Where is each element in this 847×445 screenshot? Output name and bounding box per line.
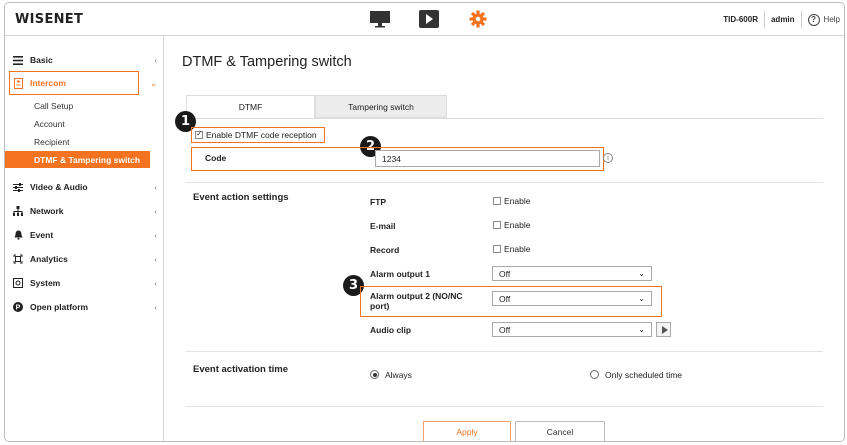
alarm-output-1-label: Alarm output 1 (370, 269, 430, 279)
alarm-output-2-label: Alarm output 2 (NO/NC port) (370, 291, 463, 311)
page-title: DTMF & Tampering switch (182, 54, 352, 70)
svg-text:P: P (16, 305, 21, 312)
scheduled-radio[interactable]: Only scheduled time (590, 369, 682, 380)
select-value: Off (499, 268, 511, 279)
sidebar-item-label: Network (30, 206, 64, 216)
main-content: DTMF & Tampering switch DTMF Tampering s… (165, 36, 844, 441)
always-radio[interactable]: Always (370, 369, 412, 380)
record-label: Record (370, 245, 400, 255)
divider (800, 11, 802, 28)
always-label: Always (385, 370, 412, 380)
sidebar-subitem-call-setup[interactable]: Call Setup (5, 97, 164, 114)
sidebar-subitem-recipient[interactable]: Recipient (5, 133, 164, 150)
chevron-left-icon: ‹ (154, 182, 157, 192)
checkbox-icon (493, 197, 501, 205)
radio-icon (590, 370, 599, 379)
app-window: WISENET TID-600R admin ? Help Basic ‹ In… (4, 2, 845, 442)
sidebar-item-label: Event (30, 230, 54, 240)
chevron-down-icon: ⌄ (150, 78, 157, 88)
code-label: Code (205, 153, 227, 163)
network-icon (13, 206, 23, 216)
user-menu[interactable]: admin (771, 15, 795, 24)
sidebar-item-system[interactable]: System ‹ (5, 272, 164, 294)
cancel-button[interactable]: Cancel (515, 421, 605, 441)
help-button[interactable]: ? Help (807, 13, 840, 26)
checkbox-icon (493, 245, 501, 253)
top-right-menu: TID-600R admin ? Help (723, 11, 840, 28)
sidebar-subitem-account[interactable]: Account (5, 115, 164, 132)
top-bar: WISENET TID-600R admin ? Help (5, 3, 844, 36)
sidebar-item-label: Video & Audio (30, 182, 88, 192)
help-label: Help (823, 15, 840, 24)
divider (763, 11, 765, 28)
email-enable-checkbox[interactable]: Enable (493, 220, 530, 230)
alarm-output-1-select[interactable]: Off ⌄ (492, 266, 652, 281)
enable-dtmf-label: Enable DTMF code reception (206, 130, 317, 140)
chevron-down-icon: ⌄ (638, 294, 645, 303)
audio-clip-label: Audio clip (370, 325, 412, 335)
logo: WISENET (15, 12, 84, 27)
select-value: Off (499, 324, 511, 335)
analytics-icon (13, 254, 23, 264)
platform-icon: P (13, 302, 23, 312)
enable-dtmf-checkbox[interactable]: Enable DTMF code reception (195, 129, 317, 140)
email-label: E-mail (370, 221, 396, 231)
bell-icon (13, 230, 23, 240)
ftp-enable-checkbox[interactable]: Enable (493, 196, 530, 206)
play-icon[interactable] (418, 10, 440, 28)
alarm-output-2-select[interactable]: Off ⌄ (492, 291, 652, 306)
code-input[interactable]: 1234 (375, 150, 600, 167)
divider (186, 351, 823, 352)
tab-tampering-switch[interactable]: Tampering switch (315, 95, 447, 118)
sidebar-item-label: System (30, 278, 61, 288)
enable-label: Enable (504, 196, 531, 206)
sidebar: Basic ‹ Intercom ⌄ Call Setup Account Re… (5, 36, 164, 441)
chevron-left-icon: ‹ (154, 278, 157, 288)
highlight-intercom (9, 71, 139, 95)
list-icon (13, 55, 23, 65)
enable-label: Enable (504, 244, 531, 254)
system-icon (13, 278, 23, 288)
radio-selected-icon (370, 370, 379, 379)
model-label: TID-600R (723, 15, 758, 24)
chevron-left-icon: ‹ (154, 55, 157, 65)
event-action-heading: Event action settings (193, 192, 289, 203)
info-icon[interactable]: i (603, 153, 613, 163)
sidebar-item-event[interactable]: Event ‹ (5, 224, 164, 246)
audio-clip-select[interactable]: Off ⌄ (492, 322, 652, 337)
chevron-left-icon: ‹ (154, 206, 157, 216)
monitor-icon[interactable] (369, 10, 391, 28)
activation-time-heading: Event activation time (193, 364, 289, 375)
sidebar-item-video-audio[interactable]: Video & Audio ‹ (5, 176, 164, 198)
enable-label: Enable (504, 220, 531, 230)
divider (186, 406, 823, 407)
sidebar-subitem-dtmf-tampering[interactable]: DTMF & Tampering switch (5, 151, 150, 168)
chevron-left-icon: ‹ (154, 254, 157, 264)
chevron-left-icon: ‹ (154, 230, 157, 240)
apply-button[interactable]: Apply (423, 421, 511, 441)
sidebar-item-open-platform[interactable]: P Open platform ‹ (5, 296, 164, 318)
divider (186, 118, 823, 119)
select-value: Off (499, 293, 511, 304)
scheduled-label: Only scheduled time (605, 370, 683, 380)
checkbox-icon (493, 221, 501, 229)
gear-icon[interactable] (467, 10, 489, 28)
record-enable-checkbox[interactable]: Enable (493, 244, 530, 254)
audio-play-button[interactable] (656, 322, 671, 337)
sidebar-item-network[interactable]: Network ‹ (5, 200, 164, 222)
chevron-down-icon: ⌄ (638, 269, 645, 278)
tab-dtmf[interactable]: DTMF (186, 95, 315, 118)
chevron-down-icon: ⌄ (638, 325, 645, 334)
ftp-label: FTP (370, 197, 387, 207)
sidebar-item-label: Basic (30, 55, 53, 65)
checkbox-checked-icon (195, 129, 203, 139)
divider (186, 182, 823, 183)
sidebar-item-basic[interactable]: Basic ‹ (5, 49, 164, 71)
chevron-left-icon: ‹ (154, 302, 157, 312)
sliders-icon (13, 182, 23, 192)
help-icon: ? (807, 13, 820, 26)
sidebar-item-label: Open platform (30, 302, 89, 312)
sidebar-item-label: Analytics (30, 254, 68, 264)
sidebar-item-analytics[interactable]: Analytics ‹ (5, 248, 164, 270)
